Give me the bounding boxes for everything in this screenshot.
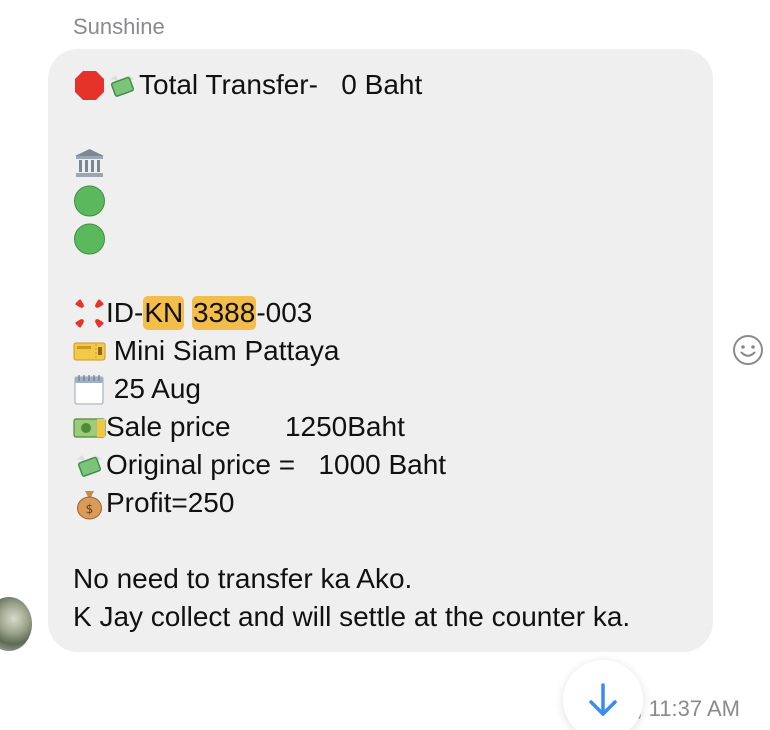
profit-line: $ Profit=250 [73, 486, 234, 520]
add-reaction-button[interactable] [732, 334, 764, 366]
banknote-icon [73, 411, 106, 444]
note-text-2: K Jay collect and will settle at the cou… [73, 601, 631, 632]
booking-id-line: ID- KN 3388 -003 [73, 296, 312, 330]
date-line: 25 Aug [73, 372, 201, 406]
bank-icon [73, 146, 106, 179]
profit-text: Profit=250 [106, 487, 235, 518]
green-circle-icon [73, 184, 106, 217]
booking-id-space [184, 296, 192, 330]
money-with-wings-icon [106, 69, 139, 102]
place-text: Mini Siam Pattaya [106, 335, 340, 366]
original-price-text: Original price = 1000 Baht [106, 449, 447, 480]
chat-view: Sunshine Total Transfer- 0 Baht ID- KN 33… [0, 0, 770, 730]
note-text-1: No need to transfer ka Ako. [73, 563, 413, 594]
sender-name: Sunshine [73, 14, 165, 39]
place-line: Mini Siam Pattaya [73, 334, 339, 368]
money-bag-icon: $ [73, 487, 106, 520]
money-with-wings-icon [73, 449, 106, 482]
search-highlight: KN [143, 296, 185, 330]
sale-price-line: Sale price 1250Baht [73, 410, 405, 444]
scroll-to-bottom-button[interactable] [563, 660, 643, 730]
search-highlight: 3388 [192, 296, 257, 330]
green-circle-icon [73, 222, 106, 255]
total-transfer-line: Total Transfer- 0 Baht [73, 68, 422, 102]
status-line-1 [73, 184, 106, 217]
booking-id-suffix: -003 [256, 297, 313, 328]
note-line-2: K Jay collect and will settle at the cou… [73, 600, 630, 634]
original-price-line: Original price = 1000 Baht [73, 448, 446, 482]
status-line-2 [73, 222, 106, 255]
svg-text:$: $ [86, 502, 94, 516]
calendar-icon [73, 373, 106, 406]
total-transfer-text: Total Transfer- 0 Baht [139, 69, 423, 100]
sale-price-text: Sale price 1250Baht [106, 411, 405, 442]
smiley-icon [733, 335, 763, 365]
bank-line [73, 146, 106, 179]
booking-id-prefix: ID- [106, 297, 144, 328]
date-text: 25 Aug [106, 373, 201, 404]
arrow-down-icon [589, 683, 617, 716]
anger-symbol-icon [73, 297, 106, 330]
note-line-1: No need to transfer ka Ako. [73, 562, 412, 596]
avatar[interactable] [0, 597, 32, 651]
ticket-icon [73, 335, 106, 368]
stop-sign-icon [73, 69, 106, 102]
